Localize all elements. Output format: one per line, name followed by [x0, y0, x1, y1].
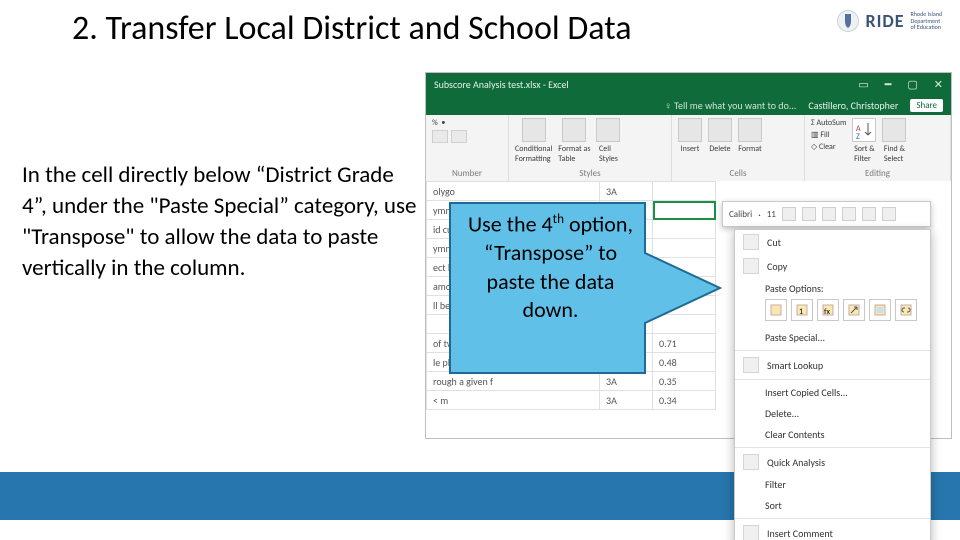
maximize-icon[interactable]: ▢: [907, 78, 917, 91]
excel-ribbon: % • Number Conditional Formatting Format…: [426, 115, 951, 182]
paste-option-formulas[interactable]: fx: [817, 299, 839, 321]
instruction-text: In the cell directly below “District Gra…: [22, 160, 417, 284]
excel-tabs-row: ♀ Tell me what you want to do... Castill…: [426, 95, 951, 115]
bold-icon[interactable]: [782, 207, 796, 221]
delete-button[interactable]: Delete: [708, 118, 732, 154]
merge-icon[interactable]: [882, 207, 896, 221]
ctx-filter[interactable]: Filter: [735, 474, 930, 495]
paste-option-transpose[interactable]: [843, 299, 865, 321]
insert-button[interactable]: Insert: [678, 118, 702, 154]
copy-icon: [743, 258, 759, 274]
mini-toolbar[interactable]: Calibri · 11: [722, 201, 931, 227]
excel-titlebar: Subscore Analysis test.xlsx - Excel ▭ ━ …: [426, 73, 951, 95]
callout-text: Use the 4th option, “Transpose” to paste…: [463, 210, 638, 325]
ribbon-group-number: % • Number: [426, 115, 509, 181]
comment-icon: [743, 525, 759, 540]
close-icon[interactable]: ✕: [934, 78, 943, 91]
dec-decimal-icon[interactable]: [451, 130, 467, 143]
cell-styles-button[interactable]: Cell Styles: [596, 118, 620, 164]
paste-options: 1 fx: [735, 297, 930, 327]
ride-seal-icon: [837, 10, 859, 32]
ribbon-group-styles: Conditional Formatting Format as Table C…: [509, 115, 672, 181]
window-buttons[interactable]: ▭ ━ ▢ ✕: [858, 78, 943, 91]
share-button[interactable]: Share: [910, 99, 943, 112]
inc-decimal-icon[interactable]: [432, 130, 448, 143]
svg-text:fx: fx: [824, 307, 830, 317]
slide: RIDE Rhode Island Department of Educatio…: [0, 0, 960, 540]
ctx-insert-copied[interactable]: Insert Copied Cells...: [735, 382, 930, 403]
ride-logo: RIDE Rhode Island Department of Educatio…: [837, 10, 942, 32]
ctx-insert-comment[interactable]: Insert Comment: [735, 521, 930, 540]
svg-text:Z: Z: [856, 132, 860, 141]
ctx-quick-analysis[interactable]: Quick Analysis: [735, 450, 930, 474]
paste-option-values[interactable]: 1: [791, 299, 813, 321]
quick-analysis-icon: [743, 454, 759, 470]
borders-icon[interactable]: [862, 207, 876, 221]
page-title: 2. Transfer Local District and School Da…: [72, 8, 632, 49]
ctx-cut[interactable]: Cut: [735, 230, 930, 254]
format-button[interactable]: Format: [738, 118, 762, 154]
find-select-button[interactable]: Find & Select: [882, 118, 906, 164]
context-menu: Cut Copy Paste Options: 1 fx Paste Speci…: [734, 229, 931, 540]
conditional-formatting-button[interactable]: Conditional Formatting: [515, 118, 552, 164]
ride-wordmark: RIDE: [865, 10, 904, 32]
ctx-clear[interactable]: Clear Contents: [735, 424, 930, 445]
table-row[interactable]: < m3A0.34: [427, 391, 716, 410]
svg-text:1: 1: [799, 307, 803, 317]
ride-subtext: Rhode Island Department of Education: [911, 11, 942, 31]
ribbon-group-editing: Σ AutoSum ▥ Fill ◇ Clear AZSort & Filter…: [805, 115, 951, 181]
fill-color-icon[interactable]: [842, 207, 856, 221]
excel-title: Subscore Analysis test.xlsx - Excel: [434, 78, 569, 91]
scissors-icon: [743, 234, 759, 250]
ctx-paste-special[interactable]: Paste Special...: [735, 327, 930, 348]
ribbon-group-cells: Insert Delete Format Cells: [672, 115, 805, 181]
ribbon-options-icon[interactable]: ▭: [858, 78, 868, 91]
ctx-paste-header: Paste Options:: [735, 278, 930, 297]
fill-button[interactable]: ▥ Fill: [811, 130, 846, 140]
minimize-icon[interactable]: ━: [885, 78, 892, 91]
ctx-copy[interactable]: Copy: [735, 254, 930, 278]
italic-icon[interactable]: [802, 207, 816, 221]
clear-button[interactable]: ◇ Clear: [811, 142, 846, 152]
paste-option-formatting[interactable]: [869, 299, 891, 321]
paste-option-all[interactable]: [765, 299, 787, 321]
ctx-sort[interactable]: Sort: [735, 495, 930, 516]
arrow-callout: Use the 4th option, “Transpose” to paste…: [445, 198, 725, 378]
ctx-smart-lookup[interactable]: Smart Lookup: [735, 353, 930, 377]
tell-me[interactable]: ♀ Tell me what you want to do...: [664, 99, 796, 112]
sort-filter-button[interactable]: AZSort & Filter: [852, 118, 876, 164]
lookup-icon: [743, 357, 759, 373]
paste-option-link[interactable]: [895, 299, 917, 321]
ctx-delete[interactable]: Delete...: [735, 403, 930, 424]
font-color-icon[interactable]: [822, 207, 836, 221]
user-name[interactable]: Castillero, Christopher: [808, 99, 898, 112]
autosum-button[interactable]: Σ AutoSum: [811, 118, 846, 128]
format-as-table-button[interactable]: Format as Table: [558, 118, 590, 164]
